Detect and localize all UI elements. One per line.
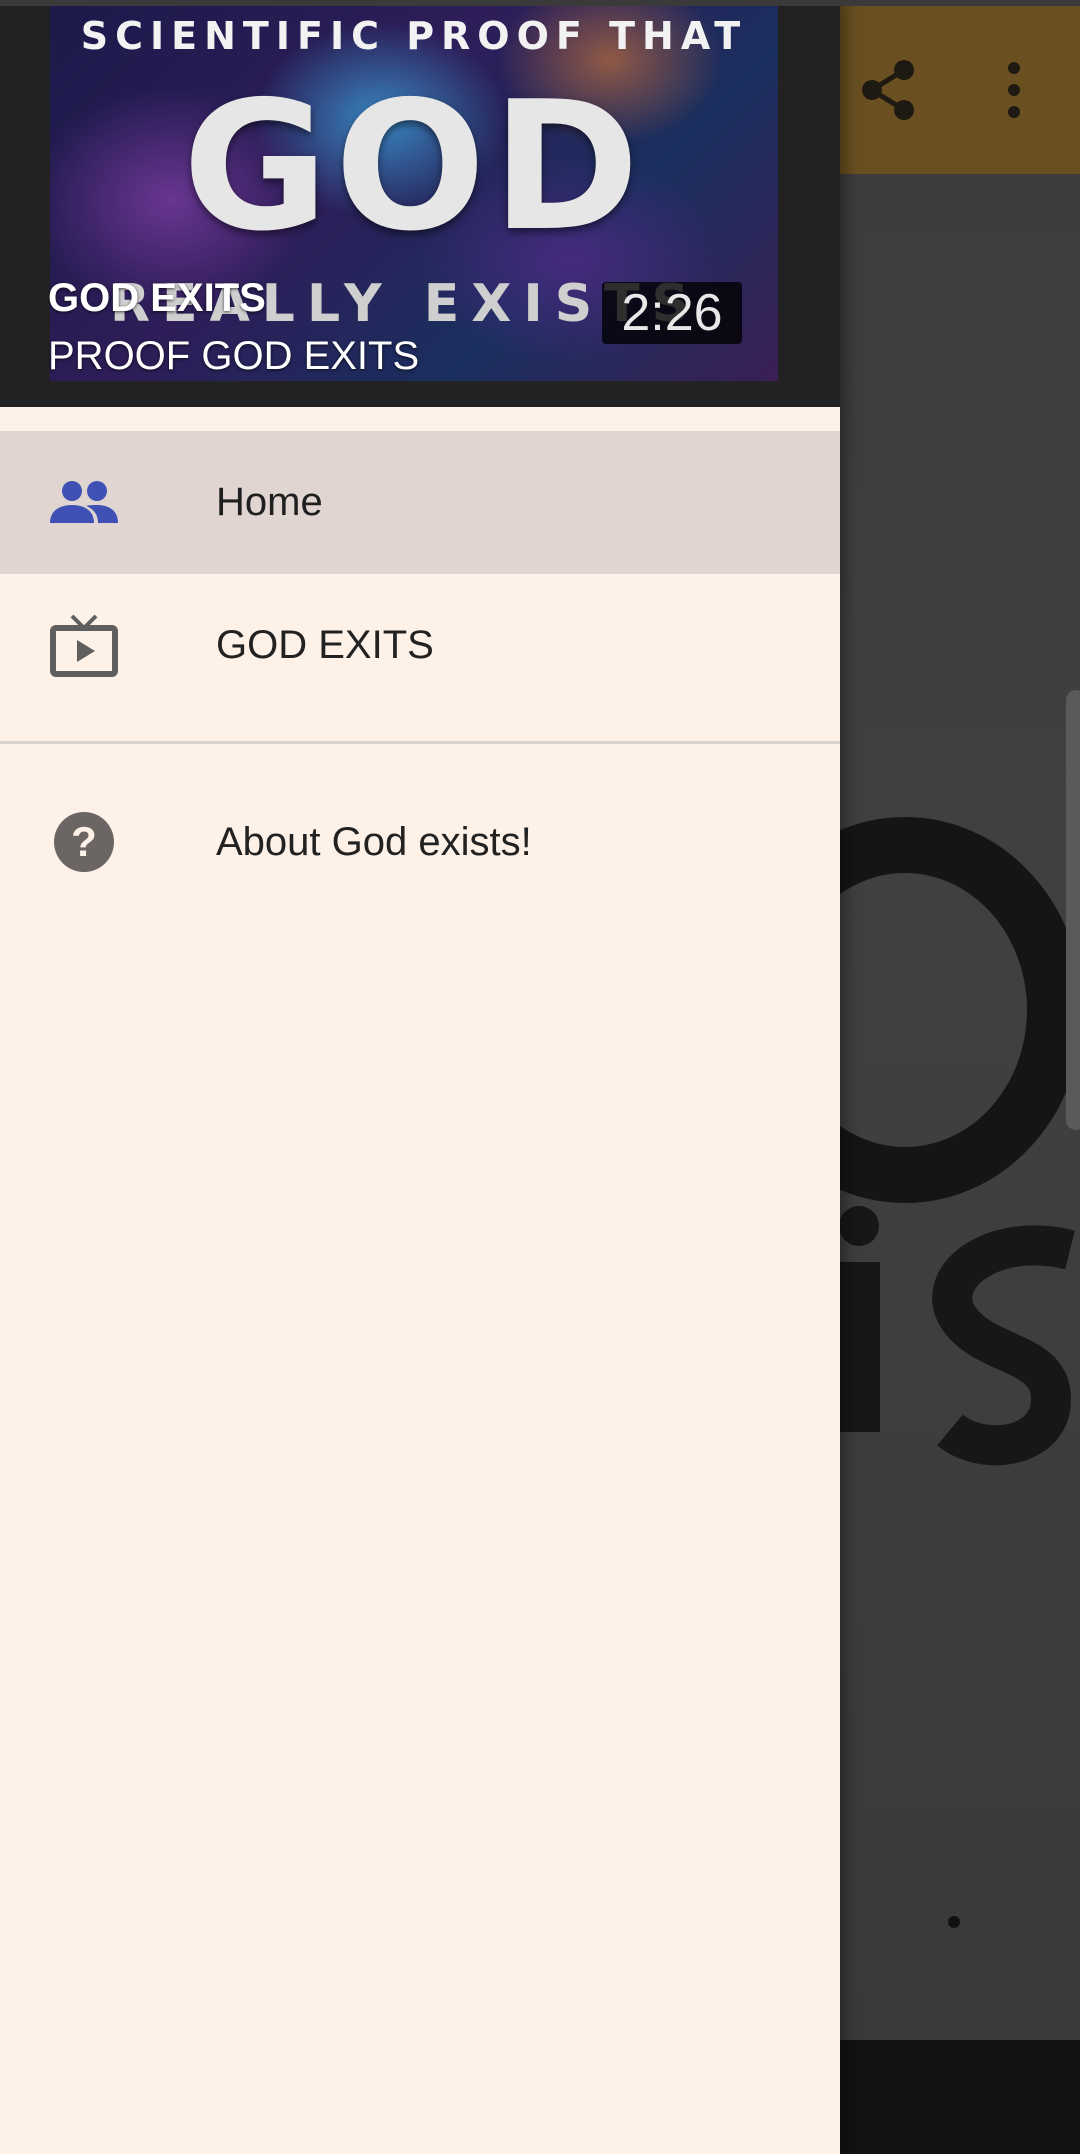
people-icon — [50, 469, 118, 537]
menu-item-home[interactable]: Home — [0, 431, 840, 574]
menu-item-label: GOD EXITS — [216, 623, 434, 667]
drawer-header: SCIENTIFIC PROOF THAT GOD REALLY EXISTS … — [0, 0, 840, 407]
screen: SCIENTIFIC PROOF THAT GOD REALLY EXISTS … — [0, 0, 1080, 2154]
drawer-subtitle: PROOF GOD EXITS — [48, 334, 420, 378]
drawer-title: GOD EXITS — [48, 276, 266, 320]
video-thumbnail[interactable]: SCIENTIFIC PROOF THAT GOD REALLY EXISTS … — [50, 0, 778, 381]
svg-text:?: ? — [71, 818, 97, 865]
scroll-handle[interactable] — [1066, 690, 1080, 1130]
navigation-drawer: SCIENTIFIC PROOF THAT GOD REALLY EXISTS … — [0, 0, 840, 2154]
menu-divider — [0, 741, 840, 744]
help-circle-icon: ? — [50, 808, 118, 876]
menu-item-label: Home — [216, 480, 323, 524]
thumbnail-line1: SCIENTIFIC PROOF THAT — [80, 14, 748, 58]
tv-play-icon — [50, 612, 118, 680]
menu-item-label: About God exists! — [216, 819, 532, 864]
background-dot — [948, 1916, 960, 1928]
status-bar — [0, 0, 1080, 6]
thumbnail-line2: GOD — [182, 63, 646, 270]
drawer-menu: Home GOD EXITS ? About God exists! — [0, 431, 840, 900]
video-duration: 2:26 — [602, 282, 742, 344]
menu-item-god-exits[interactable]: GOD EXITS — [0, 574, 840, 717]
menu-item-about[interactable]: ? About God exists! — [0, 784, 840, 900]
